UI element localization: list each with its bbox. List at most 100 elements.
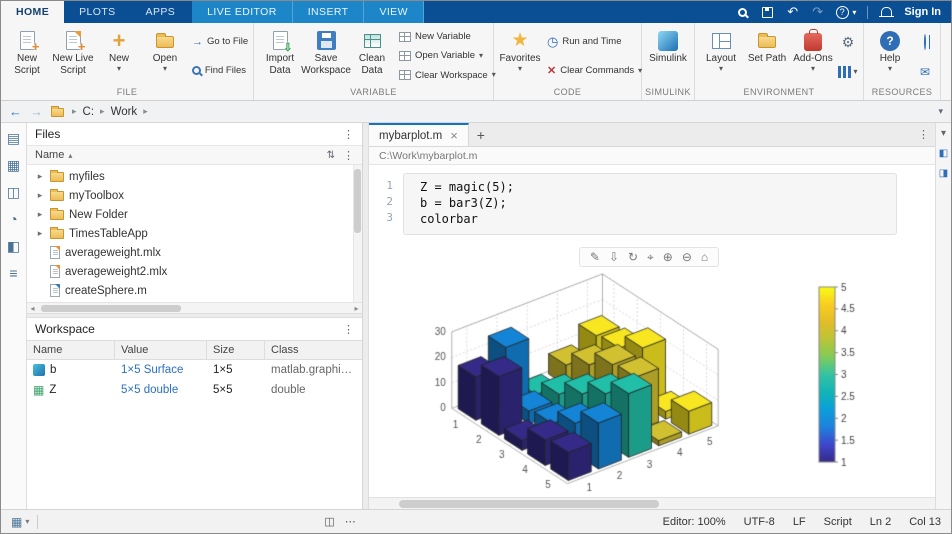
editor-horizontal-scrollbar[interactable]	[369, 497, 935, 509]
tab-home[interactable]: HOME	[1, 1, 65, 23]
address-menu-icon[interactable]: ▾	[938, 106, 943, 117]
line-number[interactable]: 3	[369, 211, 403, 227]
set-path-button[interactable]: Set Path	[744, 26, 790, 86]
request-support-button[interactable]: ✉	[920, 66, 930, 78]
files-panel-menu-icon[interactable]: ⋮	[343, 128, 354, 141]
find-files-button[interactable]: Find Files	[190, 64, 248, 77]
statusbar-layout-caret-icon[interactable]: ▾	[25, 517, 29, 526]
scrollbar-thumb[interactable]	[354, 169, 361, 233]
statusbar-overflow-icon[interactable]: ⋯	[345, 515, 356, 528]
preferences-gear-button[interactable]: ⚙	[842, 35, 855, 49]
file-row[interactable]: averageweight.mlx	[27, 243, 362, 262]
tab-apps[interactable]: APPS	[131, 1, 191, 23]
statusbar-layout-icon[interactable]: ▦	[11, 516, 22, 528]
code-line[interactable]: Z = magic(5);	[420, 179, 896, 195]
favorites-button[interactable]: ★ Favorites ▾	[497, 26, 543, 86]
help-menu-icon[interactable]: ? ▾	[835, 4, 856, 20]
axes-toolbar-export-icon[interactable]: ⇩	[609, 249, 619, 265]
folder-row[interactable]: ▸ myToolbox	[27, 186, 362, 205]
help-button[interactable]: ? Help ▾	[867, 26, 913, 86]
folder-row[interactable]: ▸ myfiles	[27, 167, 362, 186]
parallel-menu-button[interactable]: ▾	[838, 65, 858, 78]
back-arrow-icon[interactable]: ←	[9, 104, 22, 119]
open-variable-button[interactable]: Open Variable ▾	[397, 49, 488, 62]
status-editor-zoom[interactable]: Editor: 100%	[663, 516, 726, 528]
file-row[interactable]: createSphere.m	[27, 281, 362, 300]
clear-workspace-button[interactable]: Clear Workspace ▾	[397, 69, 496, 82]
workspace-panel-menu-icon[interactable]: ⋮	[343, 323, 354, 336]
sidebar-files-icon[interactable]: ▦	[7, 158, 20, 172]
files-horizontal-scrollbar[interactable]: ◂ ▸	[27, 302, 362, 313]
editor-tab-mybarplot[interactable]: mybarplot.m ×	[369, 123, 469, 146]
axes-toolbar-brush-icon[interactable]: ✎	[590, 249, 600, 265]
column-header-name[interactable]: Name	[27, 341, 115, 359]
scroll-right-icon[interactable]: ▸	[351, 304, 362, 313]
scroll-left-icon[interactable]: ◂	[27, 304, 38, 313]
sidebar-editor-icon[interactable]: ◧	[7, 239, 20, 253]
tab-plots[interactable]: PLOTS	[64, 1, 130, 23]
panel-tab-icon[interactable]: ◧	[939, 149, 948, 159]
files-column-name[interactable]: Name	[35, 149, 64, 161]
redo-icon[interactable]: ↷	[811, 4, 825, 20]
undo-icon[interactable]: ↶	[786, 4, 800, 20]
workspace-row[interactable]: ▦ Z 5×5 double 5×5 double	[27, 380, 362, 400]
forward-arrow-icon[interactable]: →	[30, 104, 43, 119]
sidebar-workspace-icon[interactable]: ◫	[7, 185, 20, 199]
search-icon[interactable]	[736, 4, 750, 20]
sidebar-more-icon[interactable]: ≡	[9, 266, 17, 280]
folder-row[interactable]: ▸ TimesTableApp	[27, 224, 362, 243]
column-header-size[interactable]: Size	[207, 341, 265, 359]
collapse-panel-icon[interactable]: ▾	[941, 129, 946, 139]
clear-commands-button[interactable]: ✕ Clear Commands ▾	[545, 63, 642, 78]
file-row[interactable]: averageweight2.mlx	[27, 262, 362, 281]
chevron-right-icon[interactable]: ▸	[35, 171, 45, 182]
layout-button[interactable]: Layout ▾	[698, 26, 744, 86]
new-variable-button[interactable]: New Variable	[397, 30, 488, 43]
line-number[interactable]: 1	[369, 179, 403, 195]
sidebar-panels-icon[interactable]: ▤	[7, 131, 20, 145]
panel-tab-icon[interactable]: ◨	[939, 169, 948, 179]
new-script-button[interactable]: + New Script	[4, 26, 50, 86]
axes-toolbar-pan-icon[interactable]: ⌖	[647, 249, 654, 265]
clean-data-button[interactable]: Clean Data	[349, 26, 395, 86]
editor-tabbar-menu-icon[interactable]: ⋮	[918, 123, 935, 146]
add-ons-button[interactable]: Add-Ons ▾	[790, 26, 836, 86]
tab-view[interactable]: VIEW	[364, 1, 424, 23]
sign-in-link[interactable]: Sign In	[904, 6, 941, 18]
go-to-file-button[interactable]: → Go to File	[190, 35, 248, 49]
simulink-button[interactable]: Simulink	[645, 26, 691, 86]
sort-order-icon[interactable]: ⇅	[327, 150, 335, 161]
community-button[interactable]	[924, 33, 926, 50]
statusbar-panel-icon[interactable]: ◫	[324, 515, 334, 528]
new-button[interactable]: + New ▾	[96, 26, 142, 86]
tab-insert[interactable]: INSERT	[293, 1, 365, 23]
axes-toolbar-zoom-in-icon[interactable]: ⊕	[663, 249, 673, 265]
files-columns-menu-icon[interactable]: ⋮	[343, 149, 354, 162]
chevron-right-icon[interactable]: ▸	[35, 209, 45, 220]
line-number[interactable]: 2	[369, 195, 403, 211]
tab-live-editor[interactable]: LIVE EDITOR	[192, 1, 293, 23]
sidebar-figures-icon[interactable]: ◔	[9, 212, 17, 226]
folder-row[interactable]: ▸ New Folder	[27, 205, 362, 224]
code-line[interactable]: b = bar3(Z);	[420, 195, 896, 211]
figure-canvas[interactable]	[419, 269, 879, 497]
breadcrumb-folder[interactable]: Work	[111, 106, 138, 118]
notifications-bell-icon[interactable]	[878, 4, 894, 20]
workspace-row[interactable]: b 1×5 Surface 1×5 matlab.graphi…	[27, 360, 362, 380]
close-tab-icon[interactable]: ×	[450, 129, 458, 142]
import-data-button[interactable]: ⇩ Import Data	[257, 26, 303, 86]
column-header-class[interactable]: Class	[265, 341, 362, 359]
scrollbar-thumb[interactable]	[399, 500, 659, 508]
axes-toolbar-zoom-out-icon[interactable]: ⊖	[682, 249, 692, 265]
save-workspace-button[interactable]: Save Workspace	[301, 26, 351, 86]
axes-toolbar-restore-view-icon[interactable]: ⌂	[701, 249, 708, 265]
breadcrumb-drive[interactable]: C:	[83, 106, 95, 118]
chevron-right-icon[interactable]: ▸	[35, 228, 45, 239]
save-icon[interactable]	[761, 4, 775, 20]
column-header-value[interactable]: Value	[115, 341, 207, 359]
code-line[interactable]: colorbar	[420, 211, 896, 227]
run-and-time-button[interactable]: ◷ Run and Time	[545, 34, 636, 49]
axes-toolbar-rotate-icon[interactable]: ↻	[628, 249, 638, 265]
scrollbar-thumb[interactable]	[41, 305, 181, 312]
new-live-script-button[interactable]: + New Live Script	[50, 26, 96, 86]
